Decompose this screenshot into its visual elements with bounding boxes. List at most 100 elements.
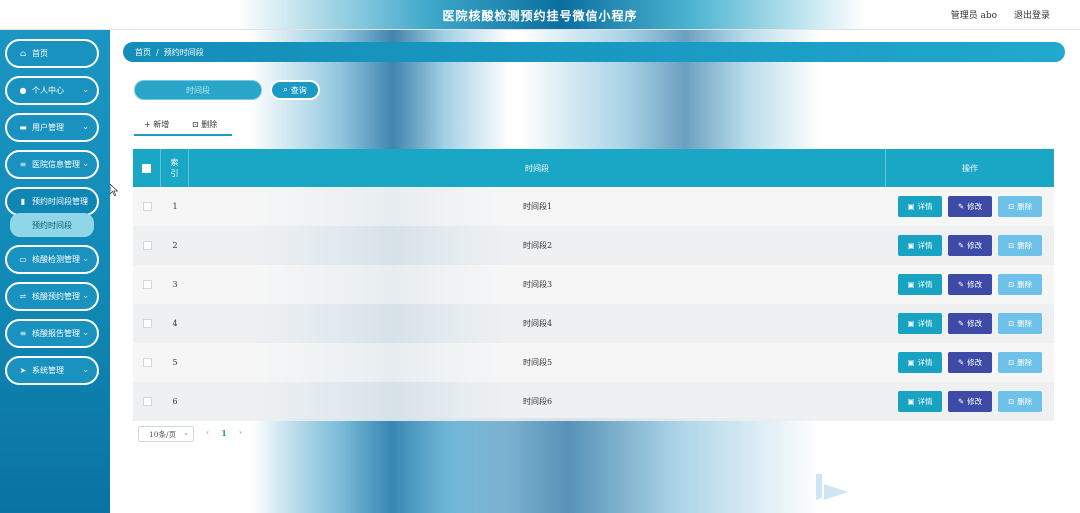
header-operations: 操作: [962, 163, 978, 173]
document-icon: ▣: [907, 319, 915, 328]
sidebar-item-appointment-management[interactable]: ⇌ 核酸预约管理 ⌄: [5, 282, 99, 311]
table-row: 5 时间段5 ▣ 详情 ✎ 修改 ⊡ 删除: [133, 343, 1054, 382]
table-row: 2 时间段2 ▣ 详情 ✎ 修改 ⊡ 删除: [133, 226, 1054, 265]
detail-button[interactable]: ▣ 详情: [898, 391, 942, 412]
pencil-icon: ✎: [957, 397, 965, 406]
search-input[interactable]: [134, 80, 262, 100]
detail-button-label: 详情: [917, 319, 933, 328]
delete-button-label: 删除: [1017, 202, 1033, 211]
sidebar-item-label: 核酸预约管理: [32, 292, 80, 301]
add-button[interactable]: + 新增: [144, 119, 169, 130]
current-user-label: 管理员 abo: [950, 11, 998, 21]
chevron-down-icon: ⌄: [82, 254, 89, 263]
sidebar-item-label: 个人中心: [32, 86, 64, 95]
trash-icon: ⊡: [1007, 319, 1015, 328]
breadcrumb-home[interactable]: 首页: [135, 47, 151, 58]
sidebar-item-report-management[interactable]: ≡ 核酸报告管理 ⌄: [5, 319, 99, 348]
select-all-checkbox[interactable]: [142, 163, 151, 173]
edit-button-label: 修改: [967, 280, 983, 289]
delete-button[interactable]: ⊡ 删除: [998, 313, 1042, 334]
row-time-slot: 时间段5: [522, 358, 553, 367]
row-index: 5: [172, 358, 178, 367]
delete-button[interactable]: ⊡ 删除: [998, 352, 1042, 373]
edit-button[interactable]: ✎ 修改: [948, 196, 992, 217]
search-button-label: 查询: [290, 85, 307, 95]
detail-button[interactable]: ▣ 详情: [898, 274, 942, 295]
row-checkbox[interactable]: [142, 319, 152, 328]
sidebar-item-home[interactable]: ⌂ 首页: [5, 39, 99, 68]
document-icon: ▣: [907, 241, 915, 250]
page-number-current[interactable]: 1: [221, 428, 227, 438]
edit-button[interactable]: ✎ 修改: [948, 274, 992, 295]
chevron-down-icon: ⌄: [183, 429, 189, 437]
delete-button[interactable]: ⊡ 删除: [998, 274, 1042, 295]
sidebar-item-label: 系统管理: [32, 366, 64, 375]
row-checkbox[interactable]: [142, 358, 152, 367]
edit-button[interactable]: ✎ 修改: [948, 313, 992, 334]
sidebar-item-label: 预约时间段管理: [32, 197, 88, 206]
edit-button[interactable]: ✎ 修改: [948, 391, 992, 412]
clipboard-icon: ▮: [20, 197, 26, 206]
list-icon: ≡: [19, 160, 27, 169]
delete-button[interactable]: ⊡ 删除: [998, 196, 1042, 217]
row-operations: ▣ 详情 ✎ 修改 ⊡ 删除: [886, 196, 1054, 217]
sidebar-item-time-slot-management[interactable]: ▮ 预约时间段管理 ⌄: [5, 187, 99, 216]
plus-icon: +: [144, 120, 151, 129]
logout-link[interactable]: 退出登录: [1014, 11, 1050, 21]
prev-page-button[interactable]: ‹: [206, 428, 209, 438]
detail-button[interactable]: ▣ 详情: [898, 313, 942, 334]
detail-button[interactable]: ▣ 详情: [898, 196, 942, 217]
row-checkbox[interactable]: [142, 280, 152, 289]
pencil-icon: ✎: [957, 358, 965, 367]
edit-button-label: 修改: [967, 241, 983, 250]
sidebar-subitem-time-slot[interactable]: 预约时间段: [10, 213, 94, 237]
search-icon: ⌕: [283, 85, 288, 94]
trash-icon: ⊡: [1007, 241, 1015, 250]
detail-button[interactable]: ▣ 详情: [898, 352, 942, 373]
table-body: 1 时间段1 ▣ 详情 ✎ 修改 ⊡ 删除 2 时间段2 ▣ 详情 ✎ 修改 ⊡ 删除 3 时间段3 ▣ 详情 ✎ 修改 ⊡…: [133, 187, 1054, 421]
list-icon: ≡: [19, 329, 27, 338]
sidebar-item-personal-center[interactable]: ● 个人中心 ⌄: [5, 76, 99, 105]
delete-button[interactable]: ⊡ 删除: [998, 235, 1042, 256]
row-checkbox[interactable]: [142, 397, 152, 406]
edit-button[interactable]: ✎ 修改: [948, 235, 992, 256]
batch-delete-button[interactable]: ⊡ 删除: [192, 119, 217, 130]
document-icon: ▣: [907, 397, 915, 406]
pencil-icon: ✎: [957, 319, 965, 328]
add-button-label: 新增: [153, 120, 170, 129]
header-index-label: 索引: [170, 158, 179, 178]
sidebar-item-user-management[interactable]: ▬ 用户管理 ⌄: [5, 113, 99, 142]
sidebar-item-test-management[interactable]: ▭ 核酸检测管理 ⌄: [5, 245, 99, 274]
background-streak: [260, 418, 820, 513]
breadcrumb: 首页 / 预约时间段: [123, 42, 1065, 62]
delete-button-label: 删除: [1017, 319, 1033, 328]
trash-icon: ⊡: [1007, 358, 1015, 367]
watermark-logo: [816, 474, 848, 500]
users-icon: ▬: [19, 123, 27, 132]
user-area: 管理员 abo 退出登录: [937, 8, 1050, 21]
row-operations: ▣ 详情 ✎ 修改 ⊡ 删除: [886, 274, 1054, 295]
sidebar-item-system-management[interactable]: ➤ 系统管理 ⌄: [5, 356, 99, 385]
chevron-down-icon: ⌄: [82, 196, 89, 205]
page-size-select[interactable]: 10条/页 ⌄: [138, 426, 194, 442]
delete-button-label: 删除: [201, 120, 218, 129]
detail-button[interactable]: ▣ 详情: [898, 235, 942, 256]
row-checkbox[interactable]: [142, 241, 152, 250]
trash-icon: ⊡: [1007, 202, 1015, 211]
table-header: 索引 时间段 操作: [133, 149, 1054, 187]
header-checkbox-cell: [133, 149, 161, 187]
sidebar-item-hospital-info[interactable]: ≡ 医院信息管理 ⌄: [5, 150, 99, 179]
row-checkbox-cell: [133, 280, 161, 289]
send-icon: ➤: [19, 366, 27, 375]
row-time-slot: 时间段2: [522, 241, 553, 250]
edit-button[interactable]: ✎ 修改: [948, 352, 992, 373]
search-button[interactable]: ⌕ 查询: [270, 80, 320, 100]
delete-button[interactable]: ⊡ 删除: [998, 391, 1042, 412]
next-page-button[interactable]: ›: [239, 428, 242, 438]
row-checkbox-cell: [133, 202, 161, 211]
time-slot-table: 索引 时间段 操作 1 时间段1 ▣ 详情 ✎ 修改 ⊡ 删除 2 时间段2 ▣ 详情 ✎ 修改 ⊡ 删除 3 时…: [133, 149, 1054, 421]
row-checkbox[interactable]: [142, 202, 152, 211]
page-size-value: 10条/页: [149, 429, 177, 439]
row-index: 6: [172, 397, 178, 406]
breadcrumb-separator: /: [156, 47, 159, 57]
